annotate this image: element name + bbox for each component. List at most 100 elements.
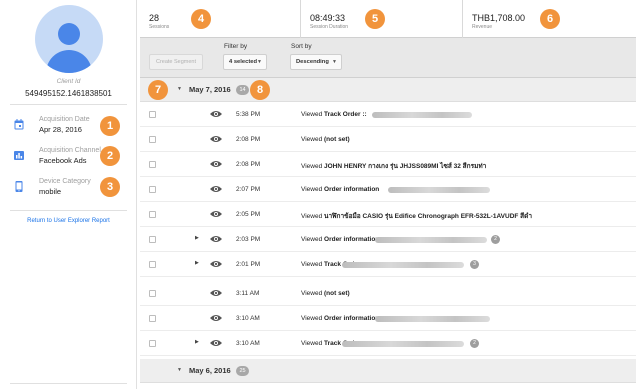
avatar-body [46, 50, 92, 73]
return-to-user-explorer-link[interactable]: Return to User Explorer Report [0, 218, 137, 224]
mobile-device-icon [15, 181, 23, 192]
activity-row[interactable]: 2:08 PM Viewed JOHN HENRY กางเกง รุ่น JH… [140, 152, 636, 177]
activity-row[interactable]: 2:08 PM Viewed (not set) [140, 127, 636, 152]
eye-icon [210, 315, 222, 321]
row-checkbox[interactable] [149, 340, 156, 347]
date-group-header[interactable]: ▼ May 7, 2016 14 [140, 78, 636, 102]
filter-by-label: Filter by [224, 43, 248, 50]
row-checkbox[interactable] [149, 236, 156, 243]
row-action: Viewed Track Order :: [301, 111, 367, 118]
filter-by-value: 4 selected [229, 59, 258, 65]
session-duration-label: Session Duration [310, 24, 349, 30]
row-time: 3:11 AM [236, 290, 260, 297]
row-checkbox[interactable] [149, 290, 156, 297]
row-action: Viewed นาฬิกาข้อมือ CASIO รุ่น Edifice C… [301, 211, 532, 221]
device-category-value: mobile [39, 187, 62, 196]
eye-icon [210, 261, 222, 267]
expand-arrow-icon[interactable]: ▶ [195, 260, 199, 266]
row-checkbox[interactable] [149, 261, 156, 268]
row-checkbox[interactable] [149, 111, 156, 118]
filter-by-dropdown[interactable]: 4 selected ▼ [223, 54, 267, 70]
row-action: Viewed (not set) [301, 136, 350, 143]
row-time: 2:07 PM [236, 186, 261, 193]
eye-icon [210, 236, 222, 242]
callout-badge-8: 8 [250, 80, 270, 100]
row-action-prefix: Viewed [301, 290, 325, 297]
row-action-page: Order information [324, 236, 380, 243]
bar-chart-icon [14, 151, 24, 160]
activity-panel: 28 Sessions 08:49:33 Session Duration TH… [140, 0, 636, 389]
client-id-value: 549495152.1461838501 [25, 89, 112, 98]
row-action-page: (not set) [324, 290, 350, 297]
row-action-page: (not set) [324, 136, 350, 143]
sort-by-dropdown[interactable]: Descending ▼ [290, 54, 342, 70]
client-id-label: Client Id [56, 78, 81, 85]
activity-row[interactable]: 5:38 PM Viewed Track Order :: [140, 102, 636, 127]
row-checkbox[interactable] [149, 161, 156, 168]
redacted-text [375, 316, 490, 322]
row-action-prefix: Viewed [301, 136, 325, 143]
row-time: 2:08 PM [236, 161, 261, 168]
date-group-count: 14 [236, 85, 249, 95]
row-time: 2:03 PM [236, 236, 261, 243]
eye-icon [210, 290, 222, 296]
activity-row[interactable]: 2:07 PM Viewed Order information [140, 177, 636, 202]
row-action: Viewed Order information [301, 236, 379, 243]
event-count-badge: 2 [491, 235, 500, 244]
device-category-label: Device Category [39, 178, 91, 185]
eye-icon [210, 186, 222, 192]
callout-badge-6: 6 [540, 9, 560, 29]
eye-icon [210, 136, 222, 142]
activity-row[interactable]: ▶ 3:10 AM Viewed Track Order 2 [140, 331, 636, 356]
collapse-triangle-icon[interactable]: ▼ [177, 86, 182, 92]
row-action-page: Order information [324, 315, 380, 322]
row-action: Viewed JOHN HENRY กางเกง รุ่น JHJSS089MI… [301, 161, 486, 171]
revenue-label: Revenue [472, 24, 493, 30]
date-group-label: May 6, 2016 [189, 366, 231, 375]
redacted-text [375, 237, 487, 243]
expand-arrow-icon[interactable]: ▶ [195, 339, 199, 345]
row-action: Viewed Order information [301, 186, 379, 193]
acquisition-date-label: Acquisition Date [39, 116, 90, 123]
sort-by-label: Sort by [291, 43, 312, 50]
row-action-page: Order information [324, 186, 380, 193]
activity-row[interactable]: 3:10 AM Viewed Order information [140, 306, 636, 331]
eye-icon [210, 161, 222, 167]
row-time: 5:38 PM [236, 111, 261, 118]
eye-icon [210, 211, 222, 217]
row-action-prefix: Viewed [301, 163, 325, 170]
acquisition-channel-label: Acquisition Channel [39, 147, 101, 154]
summary-metrics: 28 Sessions 08:49:33 Session Duration TH… [140, 0, 636, 38]
expand-arrow-icon[interactable]: ▶ [195, 235, 199, 241]
redacted-text [388, 187, 490, 193]
activity-row[interactable]: ▶ 2:01 PM Viewed Track Order 3 [140, 252, 636, 277]
row-checkbox[interactable] [149, 136, 156, 143]
collapse-triangle-icon[interactable]: ▼ [177, 367, 182, 373]
date-group-header[interactable]: ▼ May 6, 2016 25 [140, 359, 636, 383]
row-action-prefix: Viewed [301, 340, 325, 347]
redacted-text [342, 341, 464, 347]
row-checkbox[interactable] [149, 186, 156, 193]
row-action-prefix: Viewed [301, 186, 325, 193]
activity-row[interactable]: 2:05 PM Viewed นาฬิกาข้อมือ CASIO รุ่น E… [140, 202, 636, 227]
sidebar-divider [10, 383, 127, 384]
event-count-badge: 3 [470, 260, 479, 269]
row-action-prefix: Viewed [301, 236, 325, 243]
sessions-label: Sessions [149, 24, 170, 30]
row-action-page: Track Order :: [324, 111, 367, 118]
acquisition-date-value: Apr 28, 2016 [39, 125, 82, 134]
sort-by-value: Descending [296, 59, 329, 65]
callout-badge-4: 4 [191, 9, 211, 29]
row-checkbox[interactable] [149, 315, 156, 322]
callout-badge-3: 3 [100, 177, 120, 197]
row-action: Viewed Order information [301, 315, 379, 322]
sessions-value: 28 [149, 13, 160, 23]
date-group-count: 25 [236, 366, 249, 376]
eye-icon [210, 340, 222, 346]
activity-row[interactable]: 3:11 AM Viewed (not set) [140, 281, 636, 306]
activity-row[interactable]: ▶ 2:03 PM Viewed Order information 2 [140, 227, 636, 252]
chevron-down-icon: ▼ [332, 59, 337, 65]
avatar-head [58, 23, 80, 45]
row-checkbox[interactable] [149, 211, 156, 218]
create-segment-button[interactable]: Create Segment [149, 54, 203, 70]
